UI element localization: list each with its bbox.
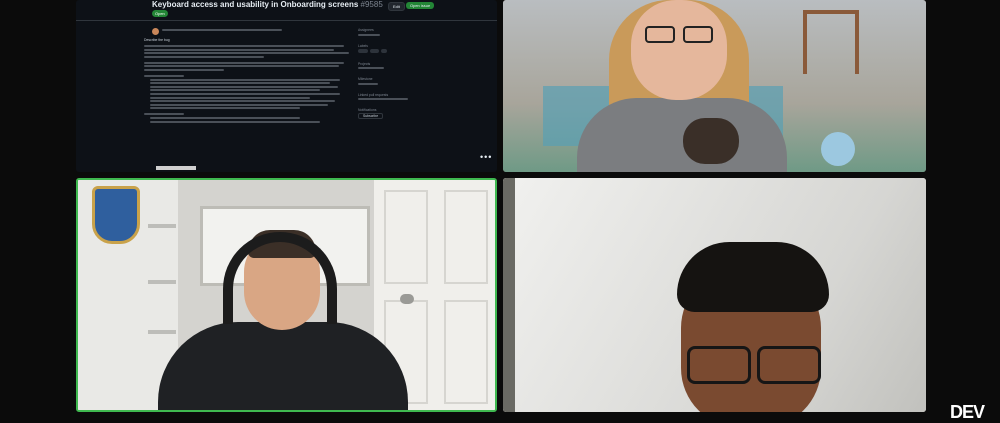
sidebar-development-label: Linked pull requests: [358, 92, 389, 97]
shelf-board: [148, 224, 176, 228]
participant-tile-top-right[interactable]: [503, 0, 926, 172]
comment-author: [162, 28, 282, 33]
glasses-icon: [645, 26, 675, 43]
participant-hair: [677, 242, 829, 312]
label-chip[interactable]: [358, 48, 368, 53]
new-issue-button[interactable]: Open issue: [406, 2, 435, 9]
comment-body: Describe the bug: [144, 38, 358, 124]
comment-heading: Describe the bug: [144, 38, 170, 42]
issue-title-text: Keyboard access and usability in Onboard…: [152, 0, 359, 9]
sidebar-projects-label: Projects: [358, 61, 371, 66]
glasses-icon: [687, 346, 751, 384]
participant-face: [631, 0, 727, 100]
puppy: [683, 118, 739, 164]
header-divider: [76, 20, 497, 21]
sidebar-assignees-label: Assignees: [358, 28, 374, 32]
screen-share-name-tag: [156, 166, 196, 170]
sidebar-notifications-label: Notifications: [358, 108, 377, 113]
label-chips: [358, 48, 418, 54]
wooden-chair: [803, 10, 859, 74]
door-panel: [444, 300, 488, 404]
wall-corner: [503, 178, 515, 412]
issue-number: #9585: [360, 0, 383, 9]
kettlebell: [821, 132, 855, 166]
edit-button[interactable]: Edit: [388, 2, 405, 11]
issue-comment: Describe the bug: [144, 26, 360, 166]
door-knob: [400, 294, 414, 304]
more-options-icon[interactable]: •••: [480, 152, 492, 162]
door-panel: [384, 190, 428, 284]
label-chip[interactable]: [369, 48, 380, 53]
participant-shirt: [158, 322, 408, 410]
crest-icon: [92, 186, 140, 244]
sidebar-milestone-label: Milestone: [358, 77, 373, 82]
label-chip[interactable]: [381, 48, 388, 53]
issue-title: Keyboard access and usability in Onboard…: [152, 0, 383, 9]
issue-sidebar: Assignees Labels Projects Milestone Link…: [358, 28, 418, 127]
participant-tile-bottom-left[interactable]: [76, 178, 497, 412]
glasses-icon: [683, 26, 713, 43]
participant-shirt: [577, 98, 787, 172]
door-panel: [444, 190, 488, 284]
glasses-icon: [757, 346, 821, 384]
subscribe-button[interactable]: Subscribe: [358, 113, 384, 120]
participant-tile-bottom-right[interactable]: [503, 178, 926, 412]
screen-share-tile[interactable]: Keyboard access and usability in Onboard…: [76, 0, 497, 172]
shelf-board: [148, 280, 176, 284]
shelf-board: [148, 330, 176, 334]
sidebar-labels-label: Labels: [358, 43, 368, 48]
status-badge: Open: [152, 10, 168, 17]
avatar: [152, 28, 159, 35]
